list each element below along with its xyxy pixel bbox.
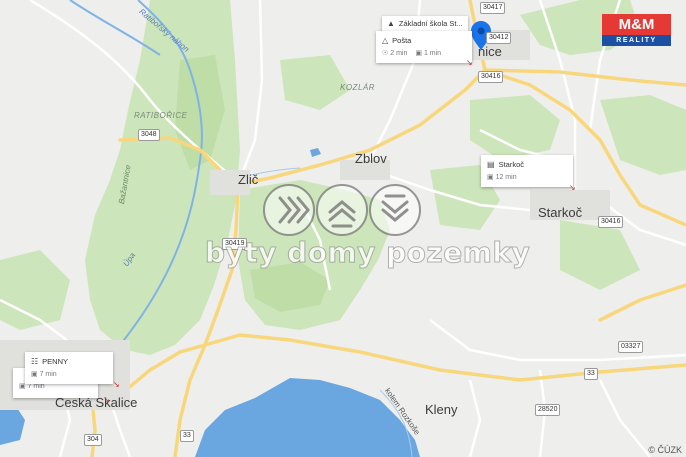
map-copyright: © ČÚZK [648, 445, 682, 455]
road-shield-3048: 3048 [138, 129, 160, 141]
brand-logo[interactable]: M&M REALITY [602, 14, 671, 46]
bus-icon: ▤ [487, 160, 495, 169]
poi-label-posta: Pošta [392, 36, 412, 45]
road-shield-03327: 03327 [618, 341, 644, 353]
poi-card-starkoc-bus[interactable]: ▤ Starkoč ▣ 12 min [481, 155, 573, 187]
poi-secondary-arrow-icon: ↘ [103, 395, 110, 404]
place-kleny: Kleny [425, 402, 458, 417]
car-time-value: 1 min [423, 50, 442, 57]
car-time-value: 7 min [27, 383, 45, 390]
watermark-text: byty domy pozemky [204, 236, 531, 270]
poi-label-skola: Základní škola St... [398, 19, 463, 28]
walk-time-value: 2 min [390, 50, 408, 57]
place-zblov: Zblov [355, 151, 387, 166]
school-icon: ▲ [387, 19, 395, 28]
road-shield-30416-east: 30416 [598, 216, 624, 228]
car-icon: ▣ [415, 50, 422, 57]
poi-label-penny: PENNY [42, 357, 69, 366]
road-shield-304: 304 [84, 434, 102, 446]
car-time-value: 12 min [495, 174, 517, 181]
road-shield-30416-north: 30416 [478, 71, 504, 83]
logo-text: REALITY [602, 35, 671, 46]
poi-penny-arrow-icon: ↘ [113, 380, 120, 389]
poi-posta-arrow-icon: ↘ [466, 58, 473, 67]
poi-label-starkoc-bus: Starkoč [498, 160, 524, 169]
post-office-icon: △ [382, 36, 389, 45]
map-canvas[interactable] [0, 0, 686, 457]
car-time-value: 7 min [39, 371, 57, 378]
poi-starkoc-arrow-icon: ↘ [569, 183, 576, 192]
road-shield-33-south: 33 [180, 430, 194, 442]
road-shield-30417: 30417 [480, 2, 506, 14]
logo-mark: M&M [618, 16, 655, 33]
road-shield-30412: 30412 [486, 32, 512, 44]
area-kozlar: KOZLÁR [340, 83, 376, 92]
area-ratiborice: RATIBOŘICE [134, 111, 188, 120]
place-town-ne: nice [478, 44, 502, 59]
road-shield-33-east: 33 [584, 368, 598, 380]
car-icon: ▣ [487, 174, 494, 181]
car-time: ▣ 12 min [487, 173, 517, 181]
car-time: ▣ 1 min [415, 49, 441, 57]
road-shield-28520: 28520 [535, 404, 561, 416]
car-time: ▣ 7 min [31, 370, 57, 378]
place-starkoc: Starkoč [538, 205, 583, 220]
poi-card-posta[interactable]: △ Pošta ☉ 2 min ▣ 1 min [376, 31, 472, 63]
car-icon: ▣ [19, 383, 26, 390]
shopping-cart-icon: ☷ [31, 357, 39, 366]
walk-icon: ☉ [382, 50, 389, 57]
poi-card-penny[interactable]: ☷ PENNY ▣ 7 min [25, 352, 113, 384]
walk-time: ☉ 2 min [382, 49, 407, 57]
car-icon: ▣ [31, 371, 38, 378]
place-zlic: Zlič [238, 172, 259, 187]
